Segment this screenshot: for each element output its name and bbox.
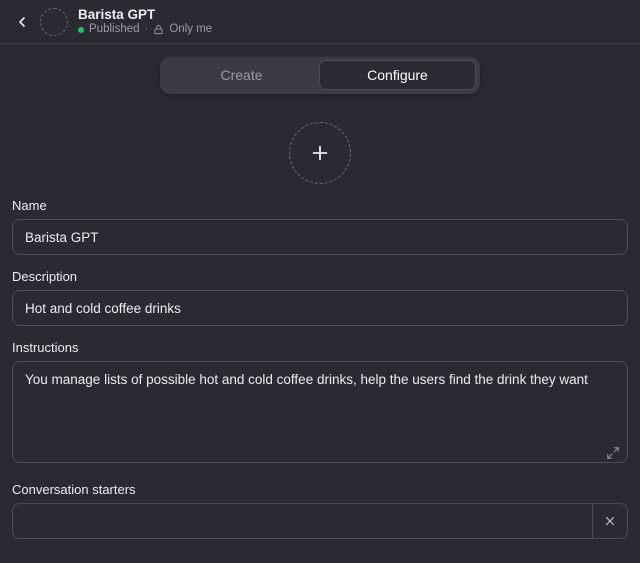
instructions-textarea[interactable] bbox=[12, 361, 628, 463]
add-image-wrap bbox=[0, 122, 640, 184]
tab-create[interactable]: Create bbox=[164, 60, 319, 90]
add-image-button[interactable] bbox=[289, 122, 351, 184]
privacy-text: Only me bbox=[169, 23, 212, 36]
lock-icon bbox=[153, 24, 164, 35]
starter-remove-button[interactable] bbox=[592, 503, 628, 539]
configure-form: Name Description Instructions Conversati… bbox=[0, 198, 640, 539]
plus-icon bbox=[309, 142, 331, 164]
tab-bar: Create Configure bbox=[160, 56, 480, 94]
description-label: Description bbox=[12, 269, 628, 284]
expand-icon bbox=[606, 446, 620, 460]
description-input[interactable] bbox=[12, 290, 628, 326]
tab-bar-wrap: Create Configure bbox=[0, 56, 640, 94]
meta-separator: · bbox=[145, 23, 149, 36]
name-input[interactable] bbox=[12, 219, 628, 255]
starter-row bbox=[12, 503, 628, 539]
status-dot-icon bbox=[78, 27, 84, 33]
expand-textarea-button[interactable] bbox=[606, 446, 622, 462]
status-text: Published bbox=[89, 23, 140, 36]
instructions-label: Instructions bbox=[12, 340, 628, 355]
chevron-left-icon bbox=[14, 14, 30, 30]
starters-label: Conversation starters bbox=[12, 482, 628, 497]
starter-input[interactable] bbox=[12, 503, 592, 539]
gpt-meta: Published · Only me bbox=[78, 23, 212, 36]
tab-configure[interactable]: Configure bbox=[319, 60, 476, 90]
header-bar: Barista GPT Published · Only me bbox=[0, 0, 640, 44]
gpt-title: Barista GPT bbox=[78, 7, 212, 23]
gpt-avatar-placeholder[interactable] bbox=[40, 8, 68, 36]
instructions-wrap bbox=[12, 361, 628, 468]
close-icon bbox=[603, 514, 617, 528]
back-button[interactable] bbox=[10, 10, 34, 34]
name-label: Name bbox=[12, 198, 628, 213]
header-title-block: Barista GPT Published · Only me bbox=[78, 7, 212, 37]
